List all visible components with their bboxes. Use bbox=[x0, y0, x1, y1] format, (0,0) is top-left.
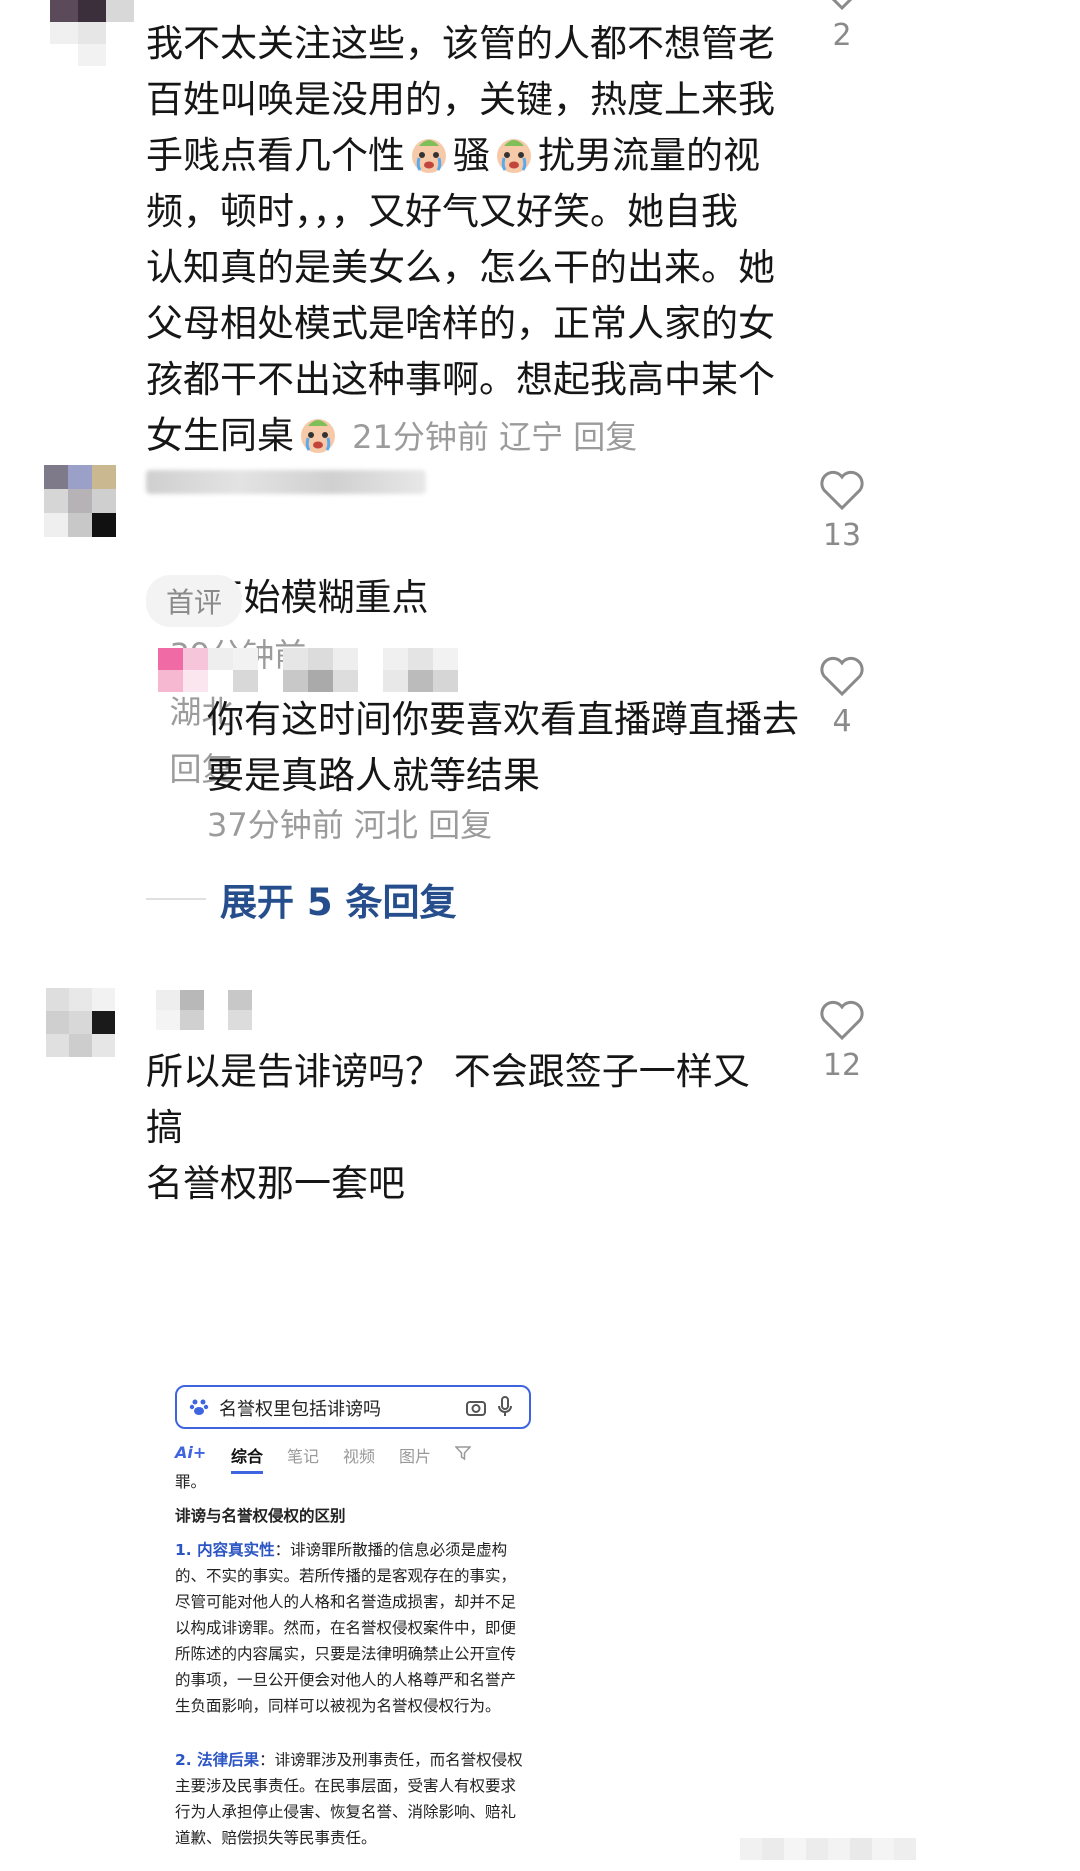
username-blurred[interactable] bbox=[146, 470, 426, 494]
reply-region: 河北 bbox=[353, 806, 418, 844]
result-paragraph-2: 2. 法律后果：诽谤罪涉及刑事责任，而名誉权侵权主要涉及民事责任。在民事层面，受… bbox=[175, 1747, 527, 1851]
reply-meta: 37分钟前 河北 回复 bbox=[207, 800, 492, 846]
tab-images: 图片 bbox=[399, 1447, 432, 1466]
attached-image[interactable]: 名誉权里包括诽谤吗 Ai+ 综合 笔记 视频 图片 罪。 诽谤与名誉权侵权的区别… bbox=[175, 1385, 535, 1865]
like-button[interactable]: 4 bbox=[812, 656, 872, 739]
reply-button[interactable]: 回复 bbox=[563, 418, 637, 456]
microphone-icon bbox=[498, 1396, 512, 1416]
first-comment-badge: 首评 bbox=[146, 575, 243, 627]
result-lead: 罪。 bbox=[175, 1473, 207, 1491]
reply-button[interactable]: 回复 bbox=[428, 806, 492, 844]
like-button[interactable]: 2 bbox=[812, 0, 872, 53]
expand-replies-button[interactable]: 展开 5 条回复 bbox=[146, 872, 457, 926]
paw-icon bbox=[189, 1399, 209, 1415]
search-bar: 名誉权里包括诽谤吗 bbox=[175, 1385, 531, 1429]
tab-notes: 笔记 bbox=[287, 1447, 320, 1466]
search-query: 名誉权里包括诽谤吗 bbox=[219, 1399, 381, 1420]
expand-replies-label: 展开 5 条回复 bbox=[220, 881, 457, 924]
username-blurred[interactable] bbox=[156, 990, 252, 1030]
filter-icon bbox=[455, 1446, 471, 1461]
avatar[interactable] bbox=[50, 0, 134, 66]
camera-icon bbox=[466, 1401, 486, 1416]
reply-text: 你有这时间你要喜欢看直播蹲直播去 要是真路人就等结果 bbox=[207, 698, 799, 797]
crying-emoji-icon bbox=[301, 419, 335, 453]
tab-video: 视频 bbox=[343, 1447, 376, 1466]
tab-ai: Ai+ bbox=[175, 1443, 207, 1462]
crying-emoji-icon bbox=[497, 139, 531, 173]
comment-time: 21分钟前 bbox=[342, 418, 489, 456]
point-1-text: ：诽谤罪所散播的信息必须是虚构的、不实的事实。若所传播的是客观存在的事实，尽管可… bbox=[175, 1541, 517, 1715]
point-1-label: 1. 内容真实性 bbox=[175, 1541, 275, 1559]
like-button[interactable]: 13 bbox=[812, 470, 872, 553]
comment-text: 所以是告诽谤吗？ 不会跟签子一样又搞 名誉权那一套吧 bbox=[146, 1050, 750, 1205]
point-2-label: 2. 法律后果 bbox=[175, 1751, 260, 1769]
like-count: 2 bbox=[832, 18, 852, 53]
like-count: 4 bbox=[832, 704, 852, 739]
result-paragraph-1: 1. 内容真实性：诽谤罪所散播的信息必须是虚构的、不实的事实。若所传播的是客观存… bbox=[175, 1537, 527, 1719]
avatar[interactable] bbox=[46, 988, 115, 1057]
like-count: 13 bbox=[822, 518, 862, 553]
reply-avatar-and-name[interactable] bbox=[158, 648, 458, 692]
avatar[interactable] bbox=[44, 465, 116, 537]
crying-emoji-icon bbox=[412, 139, 446, 173]
divider bbox=[146, 898, 206, 900]
reply-time: 37分钟前 bbox=[207, 806, 344, 844]
comment-text: 我不太关注这些，该管的人都不想管老 百姓叫唤是没用的，关键，热度上来我 手贱点看… bbox=[146, 22, 775, 457]
like-count: 12 bbox=[822, 1048, 862, 1083]
watermark-blurred bbox=[740, 1838, 916, 1860]
result-heading: 诽谤与名誉权侵权的区别 bbox=[175, 1507, 346, 1525]
comment-region: 辽宁 bbox=[488, 418, 564, 456]
like-button[interactable]: 12 bbox=[812, 1000, 872, 1083]
